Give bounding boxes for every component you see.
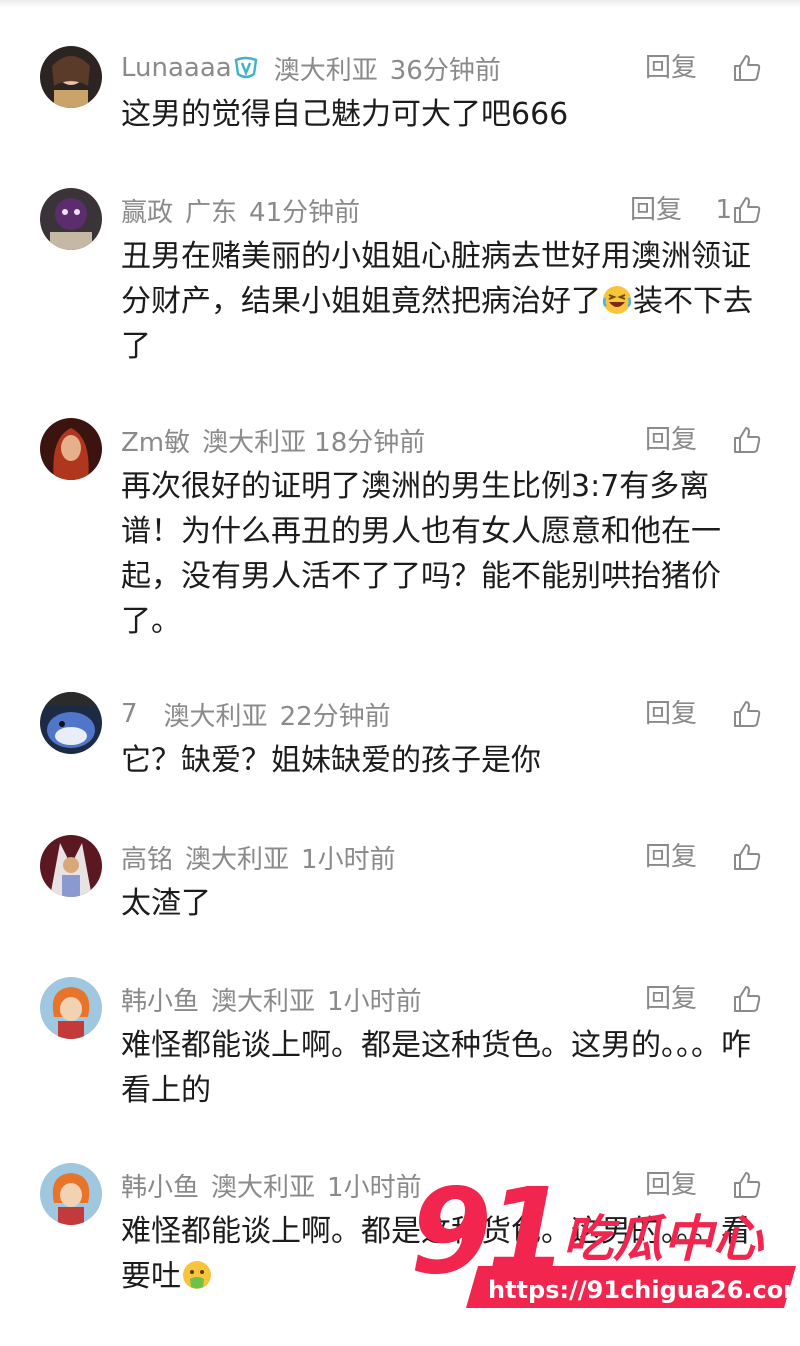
comment-meta: 韩小鱼 澳大利亚 1小时前 <box>121 979 434 1019</box>
username[interactable]: 赢政 <box>121 192 173 229</box>
thumbs-up-icon <box>734 55 761 81</box>
reply-button[interactable]: 回复 <box>645 694 697 734</box>
watermark-logo: 91 吃瓜中心 https://91chigua26.com <box>410 1168 800 1308</box>
thumbs-up-icon <box>734 701 761 727</box>
comment-meta: Zm敏 澳大利亚 18分钟前 <box>121 420 437 460</box>
username[interactable]: 韩小鱼 <box>121 981 199 1018</box>
comment-text: 它？缺爱？姐妹缺爱的孩子是你 <box>121 743 541 778</box>
avatar[interactable] <box>40 977 102 1039</box>
comment-text: 再次很好的证明了澳洲的男生比例3:7有多离谱！为什么再丑的男人也有女人愿意和他在… <box>121 469 721 639</box>
like-button[interactable] <box>732 48 762 88</box>
reply-button[interactable]: 回复 <box>645 979 697 1019</box>
location: 澳大利亚 <box>202 427 307 458</box>
location: 澳大利亚 <box>163 701 268 732</box>
username[interactable]: 高铭 <box>121 839 173 876</box>
timestamp: 1小时前 <box>327 986 422 1017</box>
like-count: 1 <box>715 195 732 225</box>
thumbs-up-icon <box>734 844 761 870</box>
like-button[interactable] <box>732 837 762 877</box>
reply-button[interactable]: 回复 <box>645 420 697 460</box>
reply-button[interactable]: 回复 <box>645 837 697 877</box>
location: 广东 <box>185 197 238 228</box>
comment-text: 丑男在赌美丽的小姐姐心脏病去世好用澳洲领证分财产，结果小姐姐竟然把病治好了 装不下… <box>121 234 761 369</box>
thumbs-up-icon <box>734 427 761 453</box>
reply-button[interactable]: 回复 <box>630 190 682 230</box>
avatar[interactable] <box>40 835 102 897</box>
verified-badge-icon <box>234 56 258 79</box>
watermark-name: 吃瓜中心 <box>563 1210 765 1268</box>
comment-meta: 韩小鱼 澳大利亚 1小时前 <box>121 1165 434 1205</box>
username[interactable]: 7 <box>121 699 138 729</box>
timestamp: 41分钟前 <box>249 197 361 228</box>
reply-button[interactable]: 回复 <box>645 48 697 88</box>
comment-meta: 7 澳大利亚 22分钟前 <box>121 694 403 734</box>
vomiting-emoji-icon <box>183 1261 211 1289</box>
location: 澳大利亚 <box>211 986 316 1017</box>
avatar[interactable] <box>40 46 102 108</box>
comment-text: 太渣了 <box>121 886 211 921</box>
comment-text: 这男的觉得自己魅力可大了吧666 <box>121 97 569 132</box>
watermark-url: https://91chigua26.com <box>488 1276 800 1304</box>
avatar[interactable] <box>40 418 102 480</box>
like-button[interactable]: 1 <box>715 190 762 230</box>
username[interactable]: 韩小鱼 <box>121 1167 199 1204</box>
comment-meta: Lunaaaa 澳大利亚 36分钟前 <box>121 48 513 88</box>
thumbs-up-icon <box>734 986 761 1012</box>
thumbs-up-icon <box>734 197 761 223</box>
avatar[interactable] <box>40 1163 102 1225</box>
top-shadow <box>0 0 800 8</box>
timestamp: 1小时前 <box>301 844 396 875</box>
timestamp: 18分钟前 <box>314 427 426 458</box>
like-button[interactable] <box>732 979 762 1019</box>
avatar[interactable] <box>40 188 102 250</box>
comment-text: 难怪都能谈上啊。都是这种货色。这男的。。。咋看上的 <box>121 1028 751 1108</box>
comment-meta: 赢政 广东 41分钟前 <box>121 190 372 230</box>
like-button[interactable] <box>732 694 762 734</box>
location: 澳大利亚 <box>273 55 378 86</box>
location: 澳大利亚 <box>185 844 290 875</box>
timestamp: 36分钟前 <box>389 55 501 86</box>
like-button[interactable] <box>732 420 762 460</box>
timestamp: 22分钟前 <box>279 701 391 732</box>
username[interactable]: Lunaaaa <box>121 53 232 83</box>
laughing-emoji-icon <box>602 286 632 314</box>
username[interactable]: Zm敏 <box>121 422 190 459</box>
location: 澳大利亚 <box>211 1172 316 1203</box>
comment-meta: 高铭 澳大利亚 1小时前 <box>121 837 408 877</box>
avatar[interactable] <box>40 692 102 754</box>
